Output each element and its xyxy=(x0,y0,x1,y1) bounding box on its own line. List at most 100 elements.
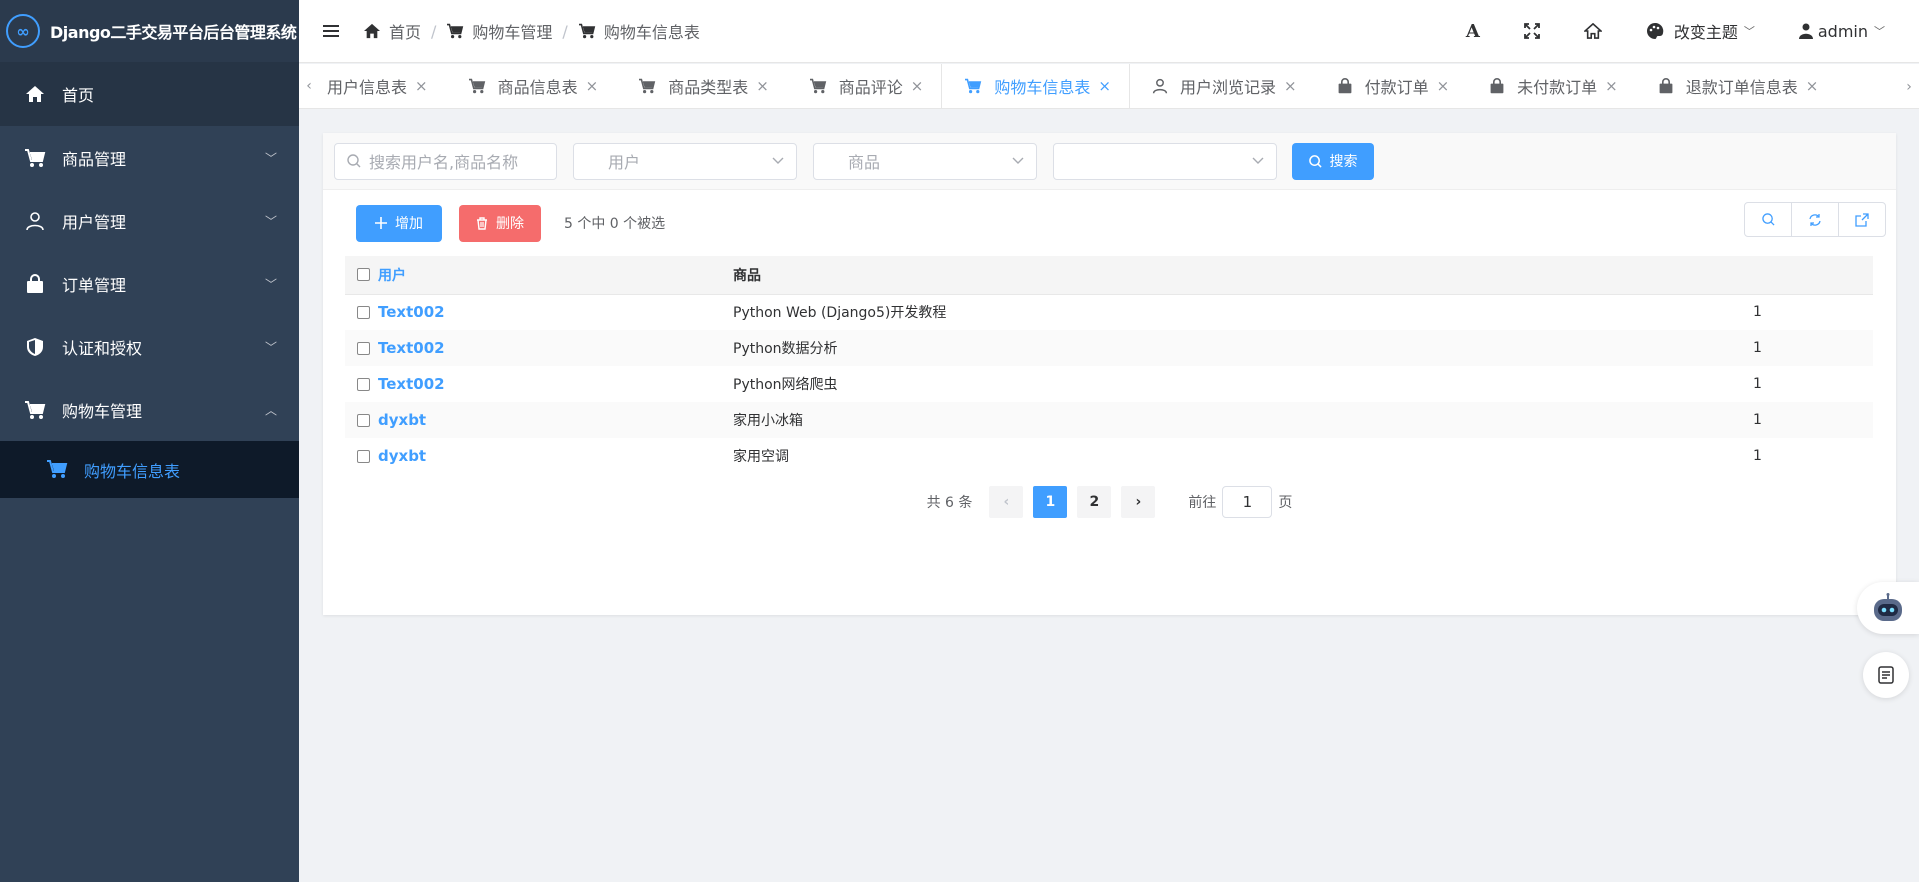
close-icon[interactable]: × xyxy=(1284,77,1297,95)
tabs-scroll-right-icon[interactable]: › xyxy=(1899,64,1919,108)
cart-icon xyxy=(965,78,982,94)
row-user-link[interactable]: Text002 xyxy=(378,339,445,357)
prev-page-button[interactable]: ‹ xyxy=(989,486,1024,518)
username: admin xyxy=(1817,21,1868,41)
row-checkbox[interactable] xyxy=(357,341,370,355)
goto-page-input[interactable]: 1 xyxy=(1222,486,1273,518)
app-title: Django二手交易平台后台管理系统 xyxy=(50,23,297,42)
row-checkbox[interactable] xyxy=(357,413,370,427)
row-user-link[interactable]: dyxbt xyxy=(378,447,426,465)
page-button-1[interactable]: 1 xyxy=(1033,486,1068,518)
bag-icon xyxy=(1659,78,1673,94)
page-button-2[interactable]: 2 xyxy=(1077,486,1112,518)
tab-user-info[interactable]: 用户信息表 × xyxy=(319,64,446,108)
header-right: A 改变主题 ﹀ admin ﹀ xyxy=(1466,0,1919,62)
tab-refund-orders[interactable]: 退款订单信息表 × xyxy=(1636,64,1837,108)
tab-goods-comment[interactable]: 商品评论 × xyxy=(787,64,942,108)
row-user-link[interactable]: Text002 xyxy=(378,375,445,393)
tab-browse-history[interactable]: 用户浏览记录 × xyxy=(1130,64,1315,108)
sidebar-item-label: 订单管理 xyxy=(62,275,127,295)
search-icon xyxy=(347,154,361,168)
delete-button[interactable]: 删除 xyxy=(459,204,541,242)
goods-select[interactable]: 商品 xyxy=(813,142,1037,180)
chevron-down-icon: ﹀ xyxy=(1874,25,1885,38)
row-qty: 1 xyxy=(1753,376,1762,392)
tab-goods-type[interactable]: 商品类型表 × xyxy=(616,64,787,108)
row-goods: Python网络爬虫 xyxy=(733,377,838,393)
tabs-bar: ‹ 用户信息表 × 商品信息表 × 商品类型表 × 商品评论 × 购物车信息表 … xyxy=(299,64,1919,109)
row-checkbox[interactable] xyxy=(357,377,370,391)
cart-icon xyxy=(447,23,464,39)
cart-icon xyxy=(46,459,68,481)
search-button[interactable]: 搜索 xyxy=(1292,142,1374,180)
tab-cart-info[interactable]: 购物车信息表 × xyxy=(941,64,1130,108)
row-user-link[interactable]: Text002 xyxy=(378,303,445,321)
close-icon[interactable]: × xyxy=(586,77,599,95)
breadcrumb-cart-management[interactable]: 购物车管理 xyxy=(446,19,552,43)
cart-icon xyxy=(24,147,46,169)
notes-button[interactable] xyxy=(1863,652,1909,698)
goto-suffix: 页 xyxy=(1278,495,1293,511)
row-qty: 1 xyxy=(1753,402,1873,438)
search-input[interactable]: 搜索用户名,商品名称 xyxy=(334,142,557,180)
tab-unpaid-orders[interactable]: 未付款订单 × xyxy=(1467,64,1636,108)
sidebar-item-users[interactable]: 用户管理 ﹀ xyxy=(0,189,299,252)
filter-bar: 搜索用户名,商品名称 用户 商品 搜索 xyxy=(323,133,1896,190)
table-search-button[interactable] xyxy=(1744,202,1792,237)
sidebar-item-auth[interactable]: 认证和授权 ﹀ xyxy=(0,315,299,378)
goods-select-placeholder: 商品 xyxy=(848,153,881,172)
sidebar-subitem-cart-info[interactable]: 购物车信息表 xyxy=(0,441,299,498)
home-shortcut-icon[interactable] xyxy=(1583,23,1602,39)
content-card: 搜索用户名,商品名称 用户 商品 搜索 增加 删除 5 个中 0 个被选 用户 … xyxy=(323,133,1896,615)
search-button-label: 搜索 xyxy=(1329,154,1358,170)
theme-switcher[interactable]: 改变主题 ﹀ xyxy=(1646,19,1755,43)
refresh-button[interactable] xyxy=(1791,202,1839,237)
close-icon[interactable]: × xyxy=(415,77,428,95)
ai-assistant-button[interactable] xyxy=(1857,582,1919,634)
breadcrumb-label: 购物车信息表 xyxy=(603,23,700,42)
fullscreen-icon[interactable] xyxy=(1523,23,1540,39)
hamburger-icon[interactable] xyxy=(323,19,345,43)
top-header: 首页 / 购物车管理 / 购物车信息表 A 改变主题 ﹀ admin ﹀ xyxy=(299,0,1919,63)
sidebar-item-home[interactable]: 首页 xyxy=(0,62,299,126)
column-header-goods[interactable]: 商品 xyxy=(733,256,1753,295)
trash-icon xyxy=(477,216,487,230)
next-page-button[interactable]: › xyxy=(1121,486,1156,518)
select-all-checkbox[interactable] xyxy=(357,268,370,282)
table-row: dyxbt 家用空调 1 xyxy=(345,438,1873,474)
close-icon[interactable]: × xyxy=(756,77,769,95)
column-header-user[interactable]: 用户 xyxy=(378,256,733,295)
close-icon[interactable]: × xyxy=(1098,77,1111,95)
sidebar-item-orders[interactable]: 订单管理 ﹀ xyxy=(0,252,299,315)
tab-paid-orders[interactable]: 付款订单 × xyxy=(1315,64,1468,108)
export-icon xyxy=(1855,212,1869,227)
third-select[interactable] xyxy=(1053,142,1277,180)
tabs-scroll-left-icon[interactable]: ‹ xyxy=(299,64,319,108)
add-button[interactable]: 增加 xyxy=(356,204,442,242)
table-tools xyxy=(1744,202,1886,237)
row-user-link[interactable]: dyxbt xyxy=(378,411,426,429)
user-select[interactable]: 用户 xyxy=(573,142,797,180)
export-button[interactable] xyxy=(1838,202,1886,237)
user-menu[interactable]: admin ﹀ xyxy=(1798,21,1885,41)
sidebar-item-goods[interactable]: 商品管理 ﹀ xyxy=(0,126,299,189)
table-row: dyxbt 家用小冰箱 1 xyxy=(345,402,1873,438)
row-checkbox[interactable] xyxy=(357,305,370,319)
close-icon[interactable]: × xyxy=(1437,77,1450,95)
close-icon[interactable]: × xyxy=(1605,77,1618,95)
breadcrumb-label: 购物车管理 xyxy=(472,23,553,42)
bag-icon xyxy=(1490,78,1504,94)
row-checkbox[interactable] xyxy=(357,449,370,463)
goto-page: 前往 1 页 xyxy=(1188,486,1292,518)
search-placeholder: 搜索用户名,商品名称 xyxy=(369,153,519,172)
breadcrumb-cart-info: 购物车信息表 xyxy=(578,19,700,43)
sidebar-item-label: 首页 xyxy=(62,86,95,105)
close-icon[interactable]: × xyxy=(911,77,924,95)
sidebar: ∞ Django二手交易平台后台管理系统 首页 商品管理 ﹀ 用户管理 ﹀ 订单… xyxy=(0,0,299,882)
close-icon[interactable]: × xyxy=(1806,77,1819,95)
row-goods: 家用空调 xyxy=(733,449,789,465)
font-size-icon[interactable]: A xyxy=(1466,21,1480,42)
tab-goods-info[interactable]: 商品信息表 × xyxy=(446,64,617,108)
breadcrumb-home[interactable]: 首页 xyxy=(363,19,421,43)
sidebar-item-cart[interactable]: 购物车管理 ︿ xyxy=(0,378,299,441)
